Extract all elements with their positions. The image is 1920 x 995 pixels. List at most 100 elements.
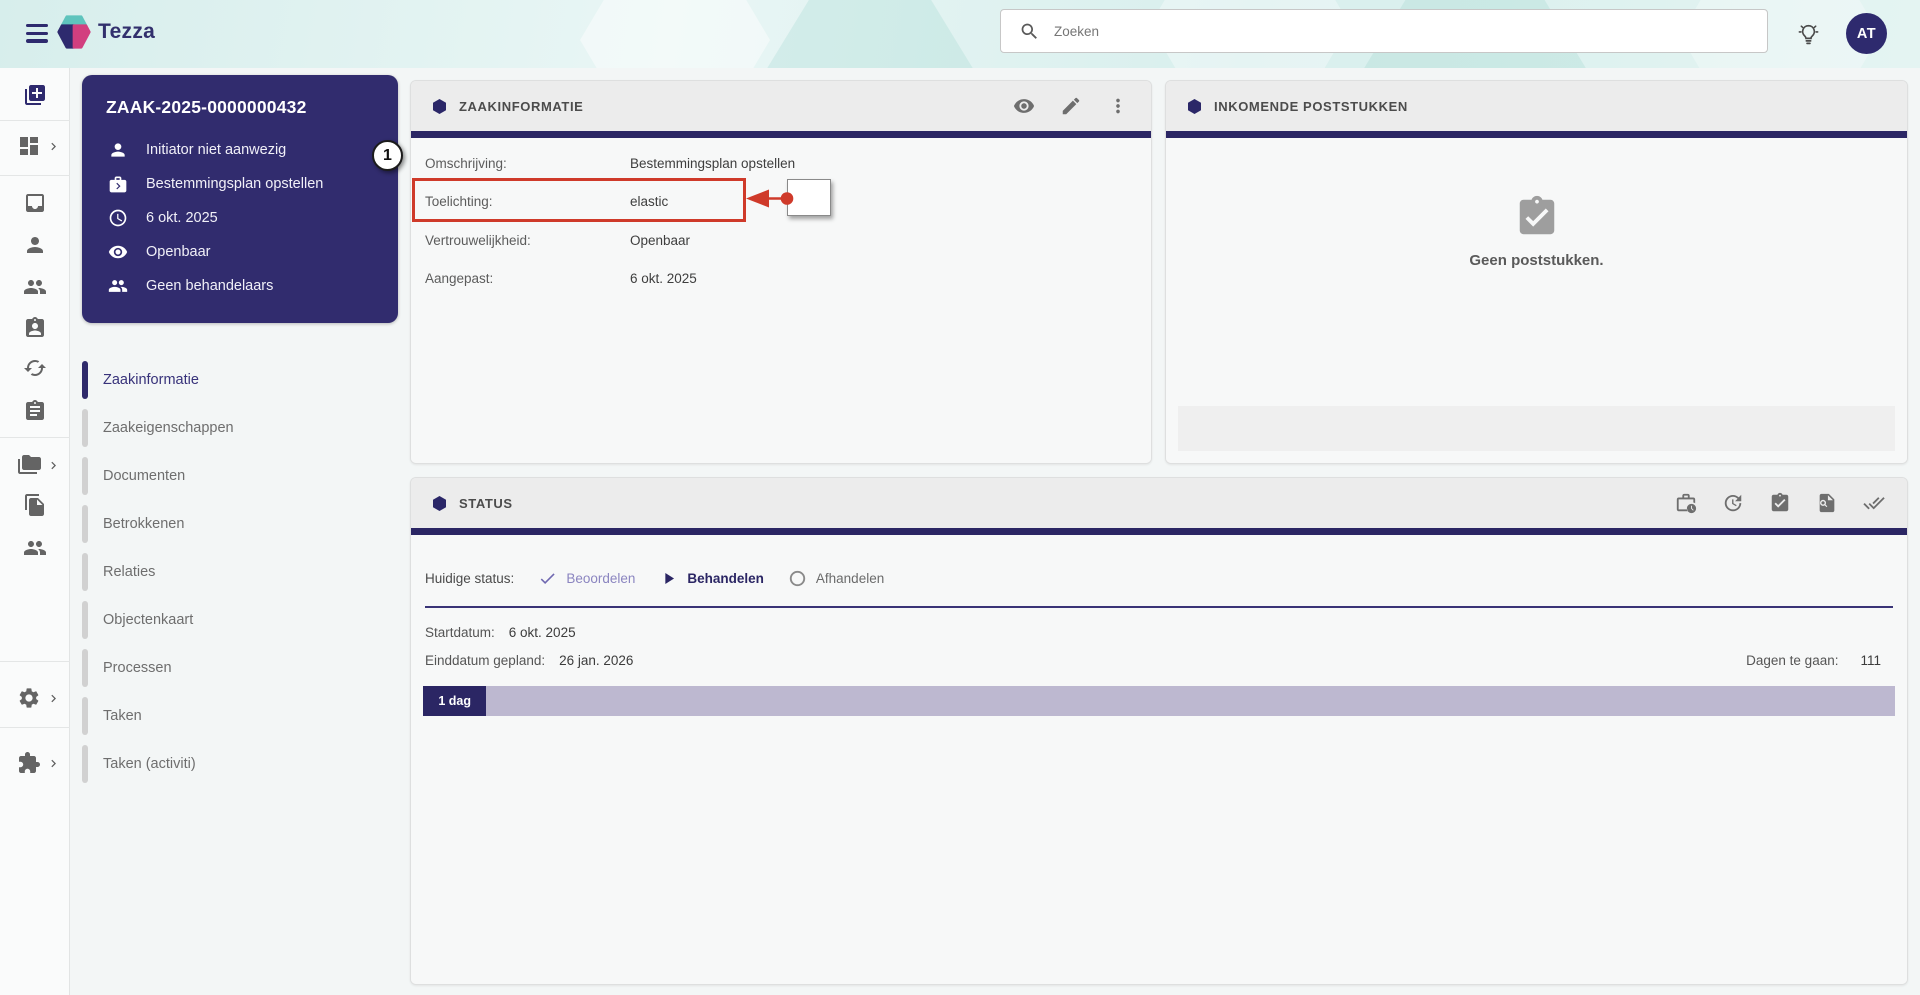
case-summary-card: ZAAK-2025-0000000432 Initiator niet aanw…: [82, 75, 398, 323]
assignment-person-icon[interactable]: [23, 316, 47, 340]
panel-body: Huidige status: Beoordelen Behandelen Af…: [411, 535, 1907, 984]
nav-item-betrokkenen[interactable]: Betrokkenen: [82, 500, 398, 548]
update-clock-icon[interactable]: [1722, 492, 1744, 514]
panel-accent-bar: [411, 528, 1907, 535]
kebab-menu-icon[interactable]: [1107, 95, 1129, 117]
clipboard-icon[interactable]: [23, 399, 47, 423]
status-step-beoordelen[interactable]: Beoordelen: [538, 569, 635, 588]
edit-pencil-icon[interactable]: [1060, 95, 1082, 117]
annotation-arrow: [746, 189, 794, 208]
panel-accent-bar: [411, 131, 1151, 138]
startdatum-row: Startdatum: 6 okt. 2025: [425, 624, 576, 640]
status-step-afhandelen[interactable]: Afhandelen: [788, 569, 884, 588]
panel-header: ZAAKINFORMATIE: [411, 81, 1151, 131]
panel-inkomende-poststukken: INKOMENDE POSTSTUKKEN Geen poststukken.: [1165, 80, 1908, 464]
nav-item-objectenkaart[interactable]: Objectenkaart: [82, 596, 398, 644]
chevron-right-icon[interactable]: [46, 139, 61, 154]
folders-icon[interactable]: [17, 453, 41, 477]
nav-indicator: [82, 745, 88, 783]
panel-body: Geen poststukken.: [1166, 138, 1907, 463]
clipboard-check-icon[interactable]: [1769, 492, 1791, 514]
panel-title: STATUS: [459, 495, 513, 511]
topbar: Tezza AT: [0, 0, 1920, 68]
nav-indicator: [82, 409, 88, 447]
menu-hamburger-button[interactable]: [26, 24, 48, 43]
nav-indicator: [82, 361, 88, 399]
progress-elapsed: 1 dag: [423, 686, 487, 716]
document-search-icon[interactable]: [1816, 492, 1838, 514]
panel-title: INKOMENDE POSTSTUKKEN: [1214, 98, 1408, 114]
create-case-icon[interactable]: [23, 83, 47, 107]
nav-indicator: [82, 649, 88, 687]
clock-icon: [109, 209, 127, 227]
current-status-row: Huidige status: Beoordelen Behandelen Af…: [411, 535, 1907, 588]
status-dates: Startdatum: 6 okt. 2025 Einddatum geplan…: [411, 608, 1907, 674]
hexagon-bullet-icon: [1188, 98, 1201, 114]
case-id: ZAAK-2025-0000000432: [106, 97, 307, 117]
inbox-icon[interactable]: [23, 191, 47, 215]
nav-indicator: [82, 457, 88, 495]
panel-actions: [1675, 492, 1885, 514]
nav-item-zaakinformatie[interactable]: Zaakinformatie: [82, 356, 398, 404]
nav-item-taken[interactable]: Taken: [82, 692, 398, 740]
chevron-right-icon[interactable]: [46, 756, 61, 771]
case-section-nav: Zaakinformatie Zaakeigenschappen Documen…: [82, 356, 398, 788]
nav-item-relaties[interactable]: Relaties: [82, 548, 398, 596]
extension-puzzle-icon[interactable]: [17, 751, 41, 775]
chevron-right-icon[interactable]: [46, 691, 61, 706]
nav-item-processen[interactable]: Processen: [82, 644, 398, 692]
done-all-icon[interactable]: [1863, 492, 1885, 514]
briefcase-icon: [109, 176, 127, 193]
people-icon[interactable]: [23, 275, 47, 299]
panel-title: ZAAKINFORMATIE: [459, 98, 584, 114]
panel-header: INKOMENDE POSTSTUKKEN: [1166, 81, 1907, 131]
user-avatar[interactable]: AT: [1846, 13, 1887, 54]
case-initiator-row: Initiator niet aanwezig: [106, 140, 374, 160]
play-icon: [665, 572, 675, 585]
icon-rail: [0, 68, 70, 995]
nav-indicator: [82, 697, 88, 735]
lightbulb-icon[interactable]: [1796, 21, 1821, 47]
einddatum-row: Einddatum gepland: 26 jan. 2026: [425, 652, 634, 668]
documents-icon[interactable]: [23, 493, 47, 517]
nav-item-taken-activiti[interactable]: Taken (activiti): [82, 740, 398, 788]
field-row: Omschrijving: Bestemmingsplan opstellen: [425, 155, 796, 171]
global-search[interactable]: [1000, 9, 1768, 53]
hexagon-bullet-icon: [433, 98, 446, 114]
person-icon: [111, 143, 125, 157]
case-type-row: Bestemmingsplan opstellen: [106, 174, 374, 194]
visibility-eye-icon[interactable]: [1013, 95, 1035, 117]
paginator-strip: [1178, 406, 1895, 451]
hexagon-decoration: [580, 0, 770, 68]
nav-indicator: [82, 601, 88, 639]
nav-item-documenten[interactable]: Documenten: [82, 452, 398, 500]
clipboard-check-icon: [1519, 195, 1554, 235]
person-icon[interactable]: [23, 233, 47, 257]
group-icon[interactable]: [23, 536, 47, 560]
nav-item-zaakeigenschappen[interactable]: Zaakeigenschappen: [82, 404, 398, 452]
search-input[interactable]: [1054, 23, 1654, 39]
search-icon: [1021, 23, 1037, 39]
panel-accent-bar: [1166, 131, 1907, 138]
case-duration-progressbar: 1 dag: [423, 686, 1895, 716]
rail-divider: [0, 727, 70, 728]
settings-gear-icon[interactable]: [17, 686, 41, 710]
radio-circle-icon: [789, 570, 806, 587]
status-step-behandelen[interactable]: Behandelen: [659, 569, 764, 588]
current-status-label: Huidige status:: [425, 571, 515, 586]
rail-divider: [0, 175, 70, 176]
case-handlers-row: Geen behandelaars: [106, 276, 374, 296]
dashboard-icon[interactable]: [17, 134, 41, 158]
chevron-right-icon[interactable]: [46, 458, 61, 473]
rail-divider: [0, 661, 70, 662]
rail-divider: [0, 120, 70, 121]
check-icon: [541, 573, 555, 585]
sync-icon[interactable]: [23, 356, 47, 380]
field-row: Aangepast: 6 okt. 2025: [425, 271, 697, 287]
annotation-highlight-rect: [412, 178, 746, 222]
nav-indicator: [82, 553, 88, 591]
work-history-icon[interactable]: [1675, 492, 1697, 514]
eye-icon: [108, 245, 128, 259]
empty-state: Geen poststukken.: [1166, 194, 1907, 269]
hexagon-bullet-icon: [433, 495, 446, 511]
